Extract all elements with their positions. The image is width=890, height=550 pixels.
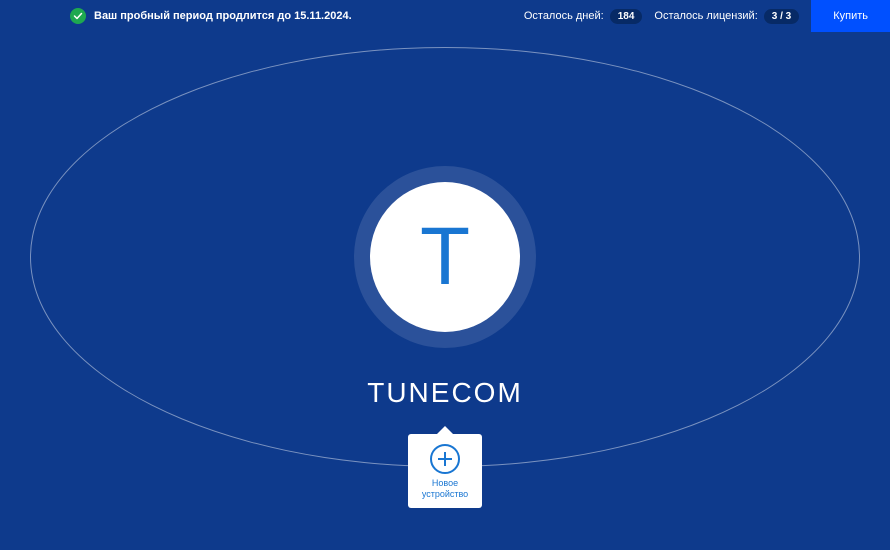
topbar: Ваш пробный период продлится до 15.11.20… (0, 0, 890, 32)
plus-icon (430, 444, 460, 474)
add-device-button[interactable]: Новоеустройство (408, 434, 482, 508)
avatar-letter: T (420, 216, 470, 298)
check-icon (70, 8, 86, 24)
main-area: T TUNECOM Новоеустройство (0, 32, 890, 550)
center-name: TUNECOM (367, 377, 523, 409)
days-value: 184 (610, 9, 643, 24)
days-remaining: Осталось дней: 184 (524, 9, 643, 24)
buy-button[interactable]: Купить (811, 0, 890, 32)
licenses-label: Осталось лицензий: (654, 10, 757, 22)
center-avatar-ring: T (354, 166, 536, 348)
days-label: Осталось дней: (524, 10, 604, 22)
licenses-value: 3 / 3 (764, 9, 799, 24)
center-avatar[interactable]: T (370, 182, 520, 332)
licenses-remaining: Осталось лицензий: 3 / 3 (654, 9, 799, 24)
trial-message: Ваш пробный период продлится до 15.11.20… (70, 8, 524, 24)
add-device-label: Новоеустройство (412, 478, 478, 500)
trial-text: Ваш пробный период продлится до 15.11.20… (94, 10, 352, 22)
